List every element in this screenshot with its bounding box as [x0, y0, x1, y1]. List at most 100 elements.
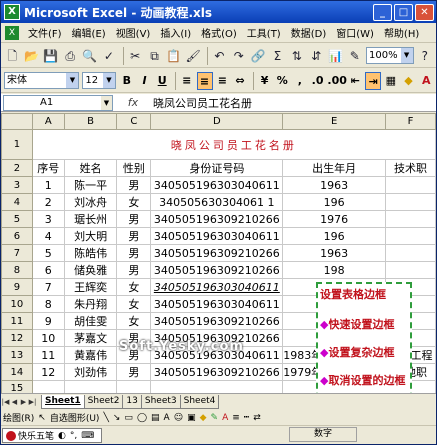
column-header[interactable]: A [31, 113, 65, 130]
table-cell[interactable]: 刘冰舟 [63, 193, 118, 211]
table-cell[interactable] [385, 210, 436, 228]
sort-desc-icon[interactable]: ⇵ [308, 47, 324, 65]
copy-icon[interactable]: ⧉ [146, 47, 162, 65]
table-cell[interactable]: 黄嘉伟 [63, 346, 118, 364]
table-cell[interactable]: 340505196303040611 [150, 176, 284, 194]
paste-icon[interactable]: 📋 [166, 47, 182, 65]
table-cell[interactable]: 8 [31, 295, 65, 313]
table-cell[interactable]: 9 [31, 312, 65, 330]
menu-insert[interactable]: 插入(I) [155, 25, 196, 40]
menu-window[interactable]: 窗口(W) [331, 25, 379, 40]
table-cell[interactable]: 1 [31, 176, 65, 194]
column-title[interactable]: 出生年月 [282, 159, 386, 177]
table-cell[interactable]: 陈一平 [63, 176, 118, 194]
menu-file[interactable]: 文件(F) [23, 25, 67, 40]
increase-decimal-icon[interactable]: .0 [310, 72, 326, 90]
table-cell[interactable]: 198 [282, 261, 386, 279]
close-button[interactable]: ✕ [415, 3, 434, 21]
table-cell[interactable]: 1976 [282, 210, 386, 228]
table-cell[interactable]: 女 [116, 193, 152, 211]
maximize-button[interactable]: □ [394, 3, 413, 21]
row-header[interactable]: 12 [1, 329, 33, 347]
menu-view[interactable]: 视图(V) [111, 25, 156, 40]
hyperlink-icon[interactable]: 🔗 [250, 47, 266, 65]
row-header[interactable]: 11 [1, 312, 33, 330]
table-cell[interactable]: 3 [31, 210, 65, 228]
line-color-icon[interactable]: ✎ [211, 413, 219, 423]
row-header[interactable]: 15 [1, 380, 33, 393]
align-center-icon[interactable]: ≡ [196, 71, 213, 90]
column-header[interactable]: E [282, 113, 386, 130]
align-left-icon[interactable]: ≡ [179, 72, 195, 90]
merge-center-icon[interactable]: ⇔ [232, 72, 248, 90]
clipart-icon[interactable]: ☺ [174, 413, 183, 423]
table-cell[interactable] [385, 176, 436, 194]
table-cell[interactable] [31, 380, 65, 393]
font-color-icon[interactable]: A [418, 72, 434, 90]
line-style-icon[interactable]: ≡ [232, 413, 240, 423]
fx-icon[interactable]: fx [113, 96, 153, 109]
menu-help[interactable]: 帮助(H) [379, 25, 424, 40]
table-cell[interactable] [63, 380, 118, 393]
font-color-icon[interactable]: A [222, 413, 228, 423]
table-cell[interactable] [385, 227, 436, 245]
chart-wizard-icon[interactable]: 📊 [327, 47, 343, 65]
column-title[interactable]: 技术职 [385, 159, 436, 177]
select-pointer-icon[interactable]: ↖ [38, 413, 46, 423]
oval-icon[interactable]: ◯ [137, 413, 147, 423]
table-cell[interactable]: 王辉奕 [63, 278, 118, 296]
first-sheet-icon[interactable]: |◀ [1, 398, 10, 406]
arrow-style-icon[interactable]: ⇄ [253, 413, 261, 423]
font-select[interactable]: 宋体 ▼ [4, 72, 80, 89]
popup-item[interactable]: ◆快速设置边框 [320, 317, 408, 333]
picture-icon[interactable]: ▣ [187, 413, 196, 423]
rectangle-icon[interactable]: ▭ [124, 413, 133, 423]
table-cell[interactable]: 男 [116, 363, 152, 381]
align-right-icon[interactable]: ≡ [215, 72, 231, 90]
spell-icon[interactable]: ✓ [101, 47, 117, 65]
drawing-icon[interactable]: ✎ [347, 47, 363, 65]
table-cell[interactable]: 4 [31, 227, 65, 245]
decrease-decimal-icon[interactable]: .00 [327, 72, 347, 90]
column-title[interactable]: 性别 [116, 159, 152, 177]
table-cell[interactable]: 女 [116, 295, 152, 313]
table-cell[interactable]: 6 [31, 261, 65, 279]
row-header[interactable]: 13 [1, 346, 33, 364]
table-cell[interactable]: 1963 [282, 244, 386, 262]
table-cell[interactable] [385, 244, 436, 262]
sheet-tab[interactable]: Sheet4 [179, 394, 220, 409]
table-cell[interactable]: 340505196303040611 [150, 295, 284, 313]
borders-icon[interactable]: ▦ [383, 72, 399, 90]
row-header[interactable]: 10 [1, 295, 33, 313]
menu-data[interactable]: 数据(D) [286, 25, 332, 40]
open-icon[interactable]: 📂 [23, 47, 39, 65]
wordart-icon[interactable]: A [164, 413, 170, 423]
table-cell[interactable]: 男 [116, 210, 152, 228]
bold-button[interactable]: B [119, 72, 135, 90]
autoshape-menu[interactable]: 自选图形(U) [50, 411, 100, 424]
underline-button[interactable]: U [154, 72, 170, 90]
row-header[interactable]: 2 [1, 159, 33, 177]
preview-icon[interactable]: 🔍 [81, 47, 97, 65]
sheet-tab[interactable]: Sheet3 [140, 394, 181, 409]
table-title[interactable]: 晓凤公司员工花名册 [31, 129, 436, 160]
table-cell[interactable]: 男 [116, 261, 152, 279]
draw-menu[interactable]: 绘图(R) [3, 411, 34, 424]
column-header[interactable]: D [150, 113, 284, 130]
name-box[interactable]: A1 ▼ [3, 94, 113, 111]
table-cell[interactable]: 男 [116, 227, 152, 245]
new-icon[interactable]: 🗋 [4, 47, 20, 65]
column-header[interactable]: C [116, 113, 152, 130]
row-header[interactable]: 3 [1, 176, 33, 194]
menu-tools[interactable]: 工具(T) [242, 25, 286, 40]
table-cell[interactable] [116, 380, 152, 393]
table-cell[interactable]: 刘劲伟 [63, 363, 118, 381]
table-cell[interactable]: 男 [116, 176, 152, 194]
table-cell[interactable]: 刘大明 [63, 227, 118, 245]
increase-indent-icon[interactable]: ⇥ [365, 71, 382, 90]
column-title[interactable]: 姓名 [63, 159, 118, 177]
table-cell[interactable]: 196 [282, 193, 386, 211]
table-cell[interactable] [150, 380, 284, 393]
table-cell[interactable]: 12 [31, 363, 65, 381]
fill-color-icon[interactable]: ◆ [401, 72, 417, 90]
